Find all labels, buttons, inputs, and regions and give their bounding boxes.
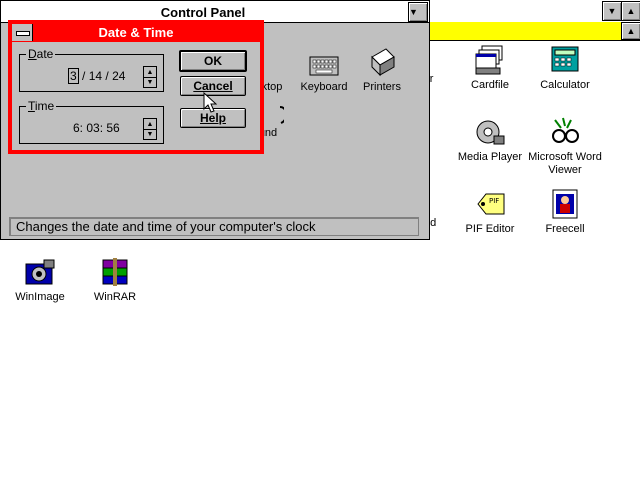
spin-down-icon[interactable]: ▼ bbox=[144, 77, 156, 87]
program-icon-freecell[interactable]: Freecell bbox=[525, 188, 605, 236]
cp-minimize-button[interactable]: ▼ bbox=[408, 2, 428, 22]
icon-label: WinRAR bbox=[93, 291, 137, 303]
window-title: Control Panel bbox=[160, 5, 246, 20]
date-year[interactable]: 24 bbox=[112, 69, 125, 83]
program-icon-pif-editor[interactable]: PIF PIF Editor bbox=[450, 188, 530, 236]
group-titlebar: ▲ bbox=[430, 22, 640, 41]
spin-down-icon[interactable]: ▼ bbox=[144, 129, 156, 139]
keyboard-icon bbox=[308, 51, 340, 79]
svg-text:PIF: PIF bbox=[489, 197, 499, 205]
time-label: Time bbox=[26, 99, 57, 113]
word-viewer-icon bbox=[549, 116, 581, 148]
time-group: Time 6: 03: 56 ▲ ▼ bbox=[19, 99, 164, 144]
dialog-titlebar[interactable]: Date & Time bbox=[12, 24, 260, 41]
pif-editor-icon: PIF bbox=[474, 188, 506, 220]
icon-label: Freecell bbox=[545, 223, 585, 235]
date-spinner[interactable]: ▲ ▼ bbox=[143, 66, 157, 88]
icon-label: Printers bbox=[363, 81, 401, 93]
cp-icon-printers[interactable]: Printers bbox=[347, 47, 417, 94]
pm-minimize-button[interactable]: ▼ bbox=[602, 1, 622, 21]
icon-label: Microsoft Word Viewer bbox=[528, 151, 602, 176]
triangle-up-icon: ▲ bbox=[626, 26, 636, 36]
icon-label: PIF Editor bbox=[465, 223, 515, 235]
icon-label: Cardfile bbox=[471, 79, 509, 91]
date-group: Date 3 / 14 / 24 ▲ ▼ bbox=[19, 47, 164, 92]
triangle-down-icon: ▼ bbox=[607, 6, 617, 16]
program-icon-media-player[interactable]: Media Player bbox=[450, 116, 530, 164]
program-icon-cardfile[interactable]: Cardfile bbox=[450, 44, 530, 92]
date-time-dialog: Date & Time Date 3 / 14 / 24 ▲ ▼ Time 6:… bbox=[8, 20, 264, 154]
program-icon-winrar[interactable]: WinRAR bbox=[75, 256, 155, 304]
program-icon-word-viewer[interactable]: Microsoft Word Viewer bbox=[525, 116, 605, 177]
triangle-up-icon: ▲ bbox=[626, 6, 636, 16]
icon-label: Calculator bbox=[540, 79, 590, 91]
ok-button[interactable]: OK bbox=[179, 50, 247, 72]
time-spinner[interactable]: ▲ ▼ bbox=[143, 118, 157, 140]
status-bar: Changes the date and time of your comput… bbox=[9, 217, 419, 236]
media-player-icon bbox=[474, 116, 506, 148]
dialog-title: Date & Time bbox=[98, 25, 174, 40]
status-text: Changes the date and time of your comput… bbox=[16, 219, 316, 234]
dialog-body: Date 3 / 14 / 24 ▲ ▼ Time 6: 03: 56 ▲ ▼ … bbox=[12, 42, 260, 150]
icon-label: WinImage bbox=[15, 291, 65, 303]
date-label: Date bbox=[26, 47, 56, 61]
date-day[interactable]: 14 bbox=[89, 69, 102, 83]
mouse-cursor-icon bbox=[203, 91, 218, 117]
program-icon-calculator[interactable]: Calculator bbox=[525, 44, 605, 92]
pm-restore-button[interactable]: ▲ bbox=[621, 1, 640, 21]
freecell-icon bbox=[549, 188, 581, 220]
winimage-icon bbox=[24, 256, 56, 288]
program-manager-titlebar: ▼ ▲ bbox=[430, 0, 640, 23]
date-field[interactable]: 3 / 14 / 24 bbox=[68, 68, 125, 84]
time-field[interactable]: 6: 03: 56 bbox=[73, 121, 120, 135]
system-menu-button[interactable] bbox=[12, 24, 33, 41]
date-month[interactable]: 3 bbox=[68, 68, 79, 84]
winrar-icon bbox=[99, 256, 131, 288]
icon-label: Media Player bbox=[457, 151, 523, 163]
cardfile-icon bbox=[474, 44, 506, 76]
calculator-icon bbox=[549, 44, 581, 76]
group-restore-button[interactable]: ▲ bbox=[621, 22, 640, 40]
program-icon-winimage[interactable]: WinImage bbox=[0, 256, 80, 304]
printer-icon bbox=[366, 47, 398, 79]
